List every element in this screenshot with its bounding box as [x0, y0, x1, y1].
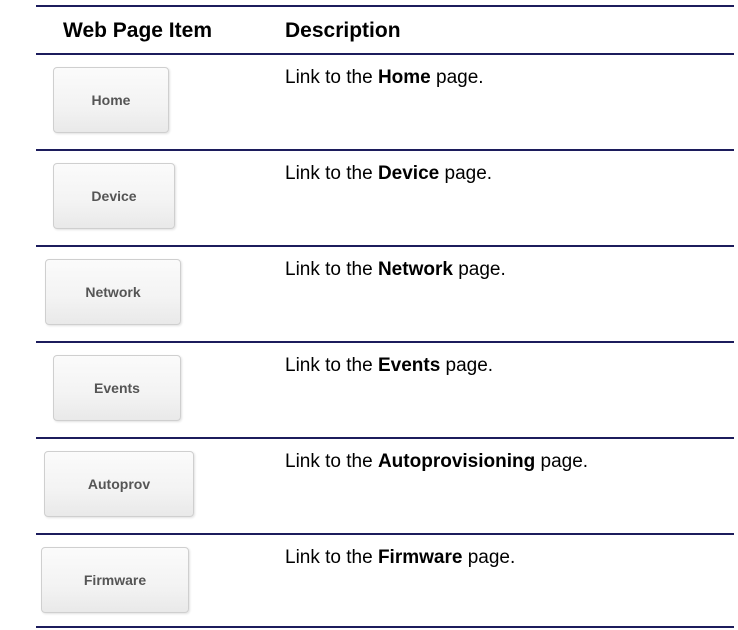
autoprov-button[interactable]: Autoprov — [44, 451, 194, 517]
desc-page-name: Device — [377, 163, 440, 184]
desc-page-name: Autoprovisioning — [377, 451, 536, 472]
table-row-firmware: Firmware Link to the Firmware page. — [36, 535, 734, 630]
row-description: Link to the Home page. — [285, 67, 484, 89]
table-row-events: Events Link to the Events page. — [36, 343, 734, 439]
table-top-rule — [36, 5, 734, 7]
row-description: Link to the Firmware page. — [285, 547, 515, 569]
desc-page-name: Events — [377, 355, 441, 376]
desc-suffix: page. — [430, 67, 484, 88]
desc-suffix: page. — [439, 163, 493, 184]
table-row-network: Network Link to the Network page. — [36, 247, 734, 343]
desc-page-name: Firmware — [377, 547, 463, 568]
desc-prefix: Link to the — [285, 259, 378, 280]
column-header-web-page-item: Web Page Item — [63, 19, 212, 42]
events-button[interactable]: Events — [53, 355, 181, 421]
desc-prefix: Link to the — [285, 355, 378, 376]
desc-prefix: Link to the — [285, 451, 378, 472]
table-row-device: Device Link to the Device page. — [36, 151, 734, 247]
column-header-description: Description — [285, 19, 401, 42]
row-description: Link to the Events page. — [285, 355, 493, 377]
desc-prefix: Link to the — [285, 547, 378, 568]
table-row-home: Home Link to the Home page. — [36, 55, 734, 151]
desc-suffix: page. — [535, 451, 589, 472]
desc-suffix: page. — [462, 547, 516, 568]
desc-prefix: Link to the — [285, 163, 378, 184]
table-bottom-rule — [36, 626, 734, 628]
firmware-button[interactable]: Firmware — [41, 547, 189, 613]
table-row-autoprov: Autoprov Link to the Autoprovisioning pa… — [36, 439, 734, 535]
desc-suffix: page. — [440, 355, 494, 376]
desc-suffix: page. — [452, 259, 506, 280]
desc-page-name: Home — [377, 67, 431, 88]
device-button[interactable]: Device — [53, 163, 175, 229]
row-description: Link to the Autoprovisioning page. — [285, 451, 588, 473]
home-button[interactable]: Home — [53, 67, 169, 133]
desc-prefix: Link to the — [285, 67, 378, 88]
desc-page-name: Network — [377, 259, 453, 280]
row-description: Link to the Device page. — [285, 163, 492, 185]
row-description: Link to the Network page. — [285, 259, 506, 281]
network-button[interactable]: Network — [45, 259, 181, 325]
